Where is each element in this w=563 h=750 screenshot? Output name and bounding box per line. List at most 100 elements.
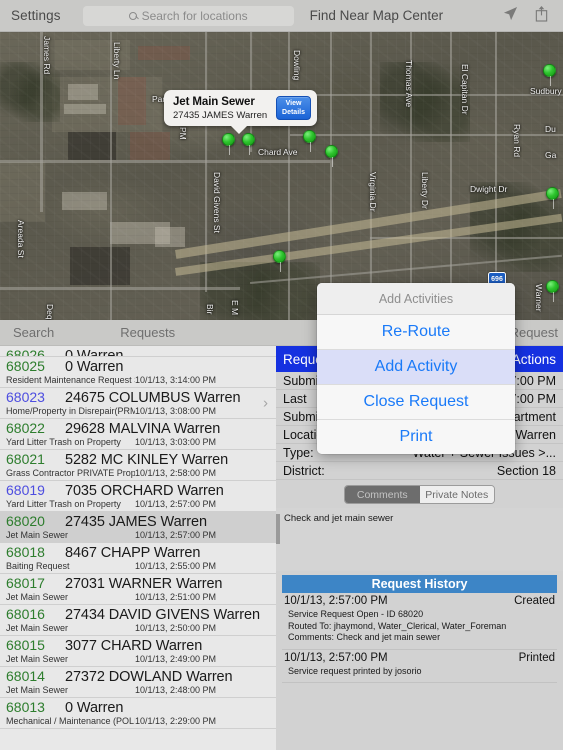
request-type: Jet Main Sewer	[6, 530, 69, 540]
search-input[interactable]: Search for locations	[82, 5, 294, 26]
request-date: 10/1/13, 2:48:00 PM	[134, 685, 216, 695]
request-id: 68023	[6, 389, 45, 405]
map-callout[interactable]: Jet Main Sewer 27435 JAMES Warren View D…	[164, 90, 317, 134]
search-icon	[128, 11, 137, 20]
request-date: 10/1/13, 3:03:00 PM	[134, 437, 216, 447]
history-details: Service request printed by josorio	[284, 664, 555, 678]
request-id: 68021	[6, 451, 45, 467]
table-row[interactable]: 68025 0 Warren Resident Maintenance Reques…	[0, 357, 276, 388]
history-details: Service Request Open - ID 68020 Routed To…	[284, 607, 555, 644]
app-root: Settings Search for locations Find Near …	[0, 0, 563, 750]
history-detail-line: Routed To: jhaymond, Water_Clerical, Wat…	[288, 620, 507, 631]
history-timestamp: 10/1/13, 2:57:00 PM	[284, 651, 388, 664]
tab-search[interactable]: Search	[13, 325, 54, 340]
search-placeholder: Search for locations	[141, 8, 248, 23]
tab-comments[interactable]: Comments	[345, 486, 420, 503]
action-item-print[interactable]: Print	[317, 420, 515, 454]
table-row[interactable]: 68014 27372 DOWLAND Warren Jet Main Sewer 1…	[0, 667, 276, 698]
map-pin[interactable]	[546, 280, 559, 302]
request-id: 68016	[6, 606, 45, 622]
chevron-right-icon[interactable]: ›	[263, 396, 268, 411]
request-address: 24675 COLUMBUS Warren	[65, 390, 241, 406]
table-row[interactable]: 68021 5282 MC KINLEY Warren Grass Contract…	[0, 450, 276, 481]
tab-requests[interactable]: Requests	[120, 325, 175, 340]
requests-list[interactable]: 680260 WarrenSANITATION Vehicle Service1…	[0, 346, 276, 729]
table-row[interactable]: 68018 8467 CHAPP Warren Baiting Request 10/…	[0, 543, 276, 574]
table-row[interactable]: 68016 27434 DAVID GIVENS Warren Jet Main S…	[0, 605, 276, 636]
request-history-list: 10/1/13, 2:57:00 PM Created Service Reques…	[276, 593, 563, 683]
settings-button[interactable]: Settings	[11, 8, 61, 23]
request-type: Jet Main Sewer	[6, 592, 69, 602]
view-details-button[interactable]: View Details	[276, 96, 311, 120]
request-address: 0 Warren	[65, 359, 124, 375]
request-id: 68017	[6, 575, 45, 591]
actions-popover-items: Re-Route Add Activity Close Request Print	[317, 315, 515, 454]
request-id: 68013	[6, 699, 45, 715]
request-date: 10/1/13, 2:55:00 PM	[134, 561, 216, 571]
map-pin[interactable]	[325, 145, 338, 167]
request-date: 10/1/13, 2:49:00 PM	[134, 654, 216, 664]
request-id: 68014	[6, 668, 45, 684]
table-row[interactable]: 68017 27031 WARNER Warren Jet Main Sewer 10…	[0, 574, 276, 605]
request-id: 68025	[6, 358, 45, 374]
map-pin[interactable]	[303, 130, 316, 152]
request-address: 27031 WARNER Warren	[65, 576, 223, 592]
callout-subtitle: 27435 JAMES Warren	[173, 109, 268, 121]
history-timestamp: 10/1/13, 2:57:00 PM	[284, 595, 388, 607]
action-item-close-request[interactable]: Close Request	[317, 385, 515, 420]
requests-list-panel: Search Requests 680260 WarrenSANITATION …	[0, 320, 276, 750]
request-id: 68022	[6, 420, 45, 436]
comment-text-area[interactable]: Check and jet main sewer	[276, 508, 563, 571]
map-pin[interactable]	[273, 250, 286, 272]
scroll-indicator[interactable]	[276, 514, 280, 544]
request-date: 10/1/13, 2:58:00 PM	[134, 468, 216, 478]
map-pin[interactable]	[543, 64, 556, 86]
request-id: 68019	[6, 482, 45, 498]
request-address: 8467 CHAPP Warren	[65, 545, 201, 561]
notes-segmented-control[interactable]: Comments Private Notes	[344, 485, 495, 504]
comment-text: Check and jet main sewer	[284, 513, 394, 524]
history-detail-line: Comments: Check and jet main sewer	[288, 632, 441, 642]
request-address: 5282 MC KINLEY Warren	[65, 452, 229, 468]
map-pin[interactable]	[546, 187, 559, 209]
detail-field-value: Section 18	[496, 463, 556, 478]
map-pin[interactable]	[222, 133, 235, 155]
table-row[interactable]: 68023 24675 COLUMBUS Warren Home/Property …	[0, 388, 276, 419]
request-date: 10/1/13, 2:50:00 PM	[134, 623, 216, 633]
request-id: 68026	[6, 347, 45, 357]
navigation-arrow-icon[interactable]	[503, 6, 518, 26]
table-row[interactable]: 68013 0 Warren Mechanical / Maintenance (P…	[0, 698, 276, 729]
request-address: 3077 CHARD Warren	[65, 638, 203, 654]
request-date: 10/1/13, 2:57:00 PM	[134, 530, 216, 540]
detail-field-value: 7:00 PM	[509, 391, 556, 406]
action-item-add-activity[interactable]: Add Activity	[317, 350, 515, 385]
request-type: Jet Main Sewer	[6, 654, 69, 664]
request-id: 68015	[6, 637, 45, 653]
request-address: 7035 ORCHARD Warren	[65, 483, 224, 499]
history-entry: 10/1/13, 2:57:00 PM Printed Service reques…	[282, 650, 557, 683]
action-item-re-route[interactable]: Re-Route	[317, 315, 515, 350]
table-row[interactable]: 68022 29628 MALVINA Warren Yard Litter Tra…	[0, 419, 276, 450]
detail-field: District: Section 18	[276, 462, 563, 480]
request-date: 10/1/13, 3:14:00 PM	[134, 375, 216, 385]
table-row[interactable]: 68020 27435 JAMES Warren Jet Main Sewer 10/…	[0, 512, 276, 543]
map-pin[interactable]	[242, 133, 255, 155]
table-row[interactable]: 68015 3077 CHARD Warren Jet Main Sewer 10/1…	[0, 636, 276, 667]
table-row[interactable]: 68019 7035 ORCHARD Warren Yard Litter Tras…	[0, 481, 276, 512]
tab-request[interactable]: Request	[510, 325, 558, 340]
request-type: Mechanical / Maintenance (POLICE)	[6, 716, 135, 726]
share-icon[interactable]	[534, 5, 549, 27]
actions-popover[interactable]: Add Activities Re-Route Add Activity Close…	[317, 283, 515, 454]
callout-title: Jet Main Sewer	[173, 95, 255, 108]
request-address: 0 Warren	[65, 700, 124, 716]
request-id: 68020	[6, 513, 45, 529]
actions-button[interactable]: Actions	[512, 352, 556, 367]
request-type: Yard Litter Trash on Property	[6, 437, 121, 447]
request-address: 0 Warren	[65, 348, 124, 357]
table-row[interactable]: 680260 WarrenSANITATION Vehicle Service1…	[0, 346, 276, 357]
find-near-map-center-button[interactable]: Find Near Map Center	[310, 8, 444, 23]
tab-private-notes[interactable]: Private Notes	[419, 486, 494, 503]
map-imagery: 696	[0, 32, 563, 320]
view-details-line2: Details	[282, 108, 305, 116]
map-view[interactable]: 696 James Rd Liberty Ln Par PM Chard Ave…	[0, 32, 563, 320]
